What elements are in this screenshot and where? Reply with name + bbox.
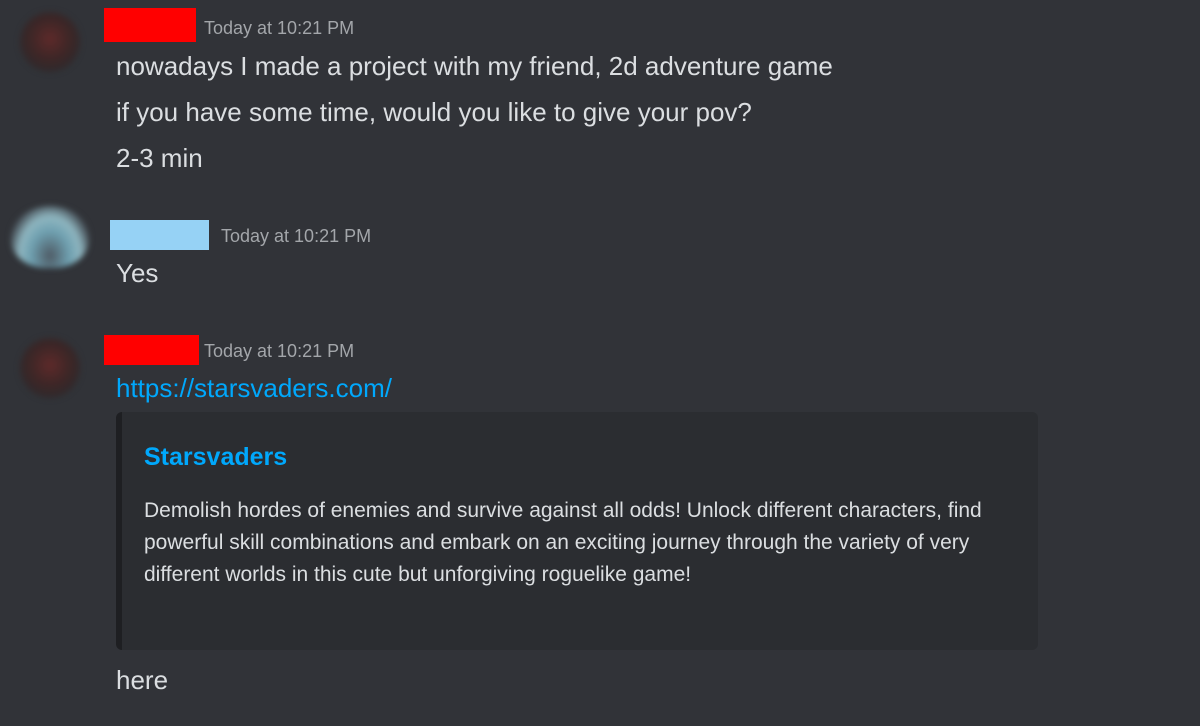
username-redacted[interactable]: [104, 8, 196, 42]
message-text: 2-3 min: [116, 143, 203, 173]
username-redacted[interactable]: [104, 335, 199, 365]
embed-description: Demolish hordes of enemies and survive a…: [144, 499, 982, 586]
message-text: nowadays I made a project with my friend…: [116, 51, 833, 81]
message-text: Yes: [116, 258, 159, 288]
link-embed: Starsvaders Demolish hordes of enemies a…: [116, 412, 1038, 650]
message-timestamp: Today at 10:21 PM: [204, 341, 355, 361]
message-text: if you have some time, would you like to…: [116, 97, 752, 127]
message-timestamp: Today at 10:21 PM: [204, 18, 355, 38]
username-redacted[interactable]: [110, 220, 209, 250]
message-text: here: [116, 665, 169, 695]
user-avatar[interactable]: [20, 12, 80, 72]
message-timestamp: Today at 10:21 PM: [221, 226, 372, 246]
message-link[interactable]: https://starsvaders.com/: [116, 373, 392, 404]
embed-title[interactable]: Starsvaders: [144, 443, 287, 472]
user-avatar[interactable]: [11, 206, 89, 268]
user-avatar[interactable]: [20, 338, 80, 398]
